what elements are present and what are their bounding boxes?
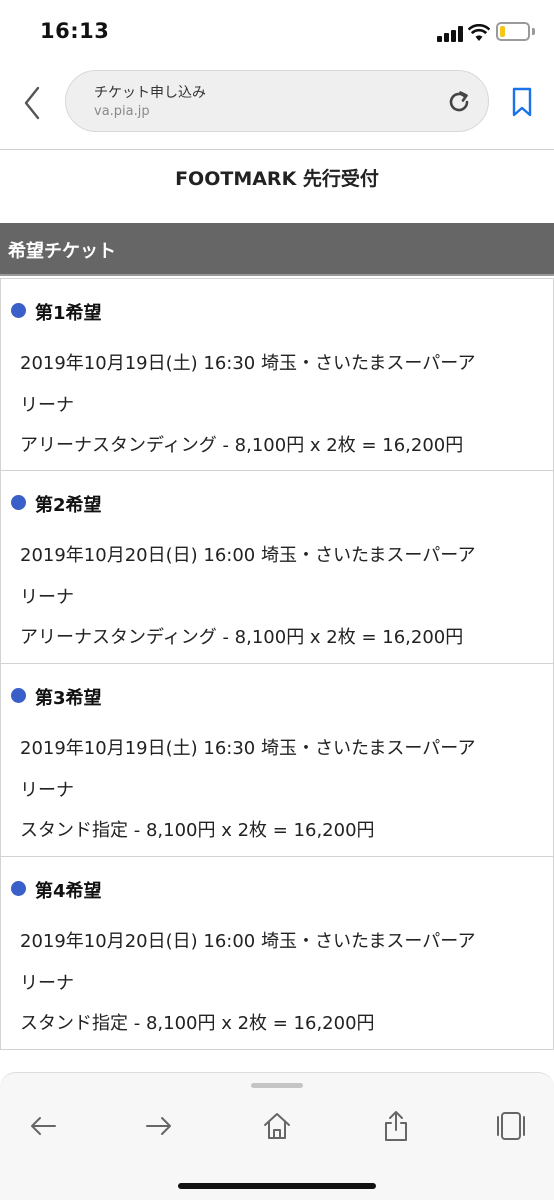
status-bar: 16:13 [0,0,554,62]
ticket-choice-2: 第2希望 2019年10月20日(日) 16:00 埼玉・さいたまスーパーア リ… [0,471,554,664]
ticket-choice-4: 第4希望 2019年10月20日(日) 16:00 埼玉・さいたまスーパーア リ… [0,857,554,1050]
choice-label: 第4希望 [35,881,102,902]
bullet-dot-icon [11,303,26,318]
address-bar-page-title: チケット申し込み [94,85,206,101]
status-time: 16:13 [40,19,110,43]
choice-ticket-price: アリーナスタンディング - 8,100円 x 2枚 = 16,200円 [20,435,464,456]
forward-arrow-icon[interactable] [142,1109,176,1143]
choice-date-venue: 2019年10月20日(日) 16:00 埼玉・さいたまスーパーア [20,931,476,952]
cellular-signal-icon [437,26,463,42]
choice-venue-continued: リーナ [20,973,74,994]
sheet-grabber[interactable] [251,1083,303,1088]
choice-date-venue: 2019年10月19日(土) 16:30 埼玉・さいたまスーパーア [20,738,476,759]
tabs-icon[interactable] [494,1109,528,1143]
back-arrow-icon[interactable] [26,1109,60,1143]
bullet-dot-icon [11,495,26,510]
choice-date-venue: 2019年10月19日(土) 16:30 埼玉・さいたまスーパーア [20,353,476,374]
choice-label: 第1希望 [35,303,102,324]
page-title: FOOTMARK 先行受付 [175,168,379,190]
choice-label: 第2希望 [35,495,102,516]
reload-icon[interactable] [444,87,474,117]
choice-ticket-price: スタンド指定 - 8,100円 x 2枚 = 16,200円 [20,820,375,841]
choice-venue-continued: リーナ [20,395,74,416]
ticket-choice-list: 第1希望 2019年10月19日(土) 16:30 埼玉・さいたまスーパーア リ… [0,278,554,1050]
browser-nav-bar: チケット申し込み va.pia.jp [0,62,554,150]
bookmark-icon[interactable] [508,86,536,118]
section-header: 希望チケット [0,223,554,276]
ticket-choice-1: 第1希望 2019年10月19日(土) 16:30 埼玉・さいたまスーパーア リ… [0,278,554,471]
bullet-dot-icon [11,688,26,703]
address-bar[interactable]: チケット申し込み va.pia.jp [65,70,489,132]
choice-ticket-price: アリーナスタンディング - 8,100円 x 2枚 = 16,200円 [20,627,464,648]
wifi-icon [468,24,490,41]
home-indicator [178,1183,376,1189]
choice-venue-continued: リーナ [20,587,74,608]
battery-icon [496,22,530,41]
section-header-label: 希望チケット [8,241,116,262]
ticket-choice-3: 第3希望 2019年10月19日(土) 16:30 埼玉・さいたまスーパーア リ… [0,664,554,857]
back-chevron-icon[interactable] [18,84,46,122]
home-icon[interactable] [260,1109,294,1143]
choice-ticket-price: スタンド指定 - 8,100円 x 2枚 = 16,200円 [20,1013,375,1034]
choice-date-venue: 2019年10月20日(日) 16:00 埼玉・さいたまスーパーア [20,545,476,566]
choice-label: 第3希望 [35,688,102,709]
browser-toolbar [0,1072,554,1200]
address-bar-domain: va.pia.jp [94,104,150,119]
share-icon[interactable] [379,1109,413,1143]
bullet-dot-icon [11,881,26,896]
choice-venue-continued: リーナ [20,780,74,801]
